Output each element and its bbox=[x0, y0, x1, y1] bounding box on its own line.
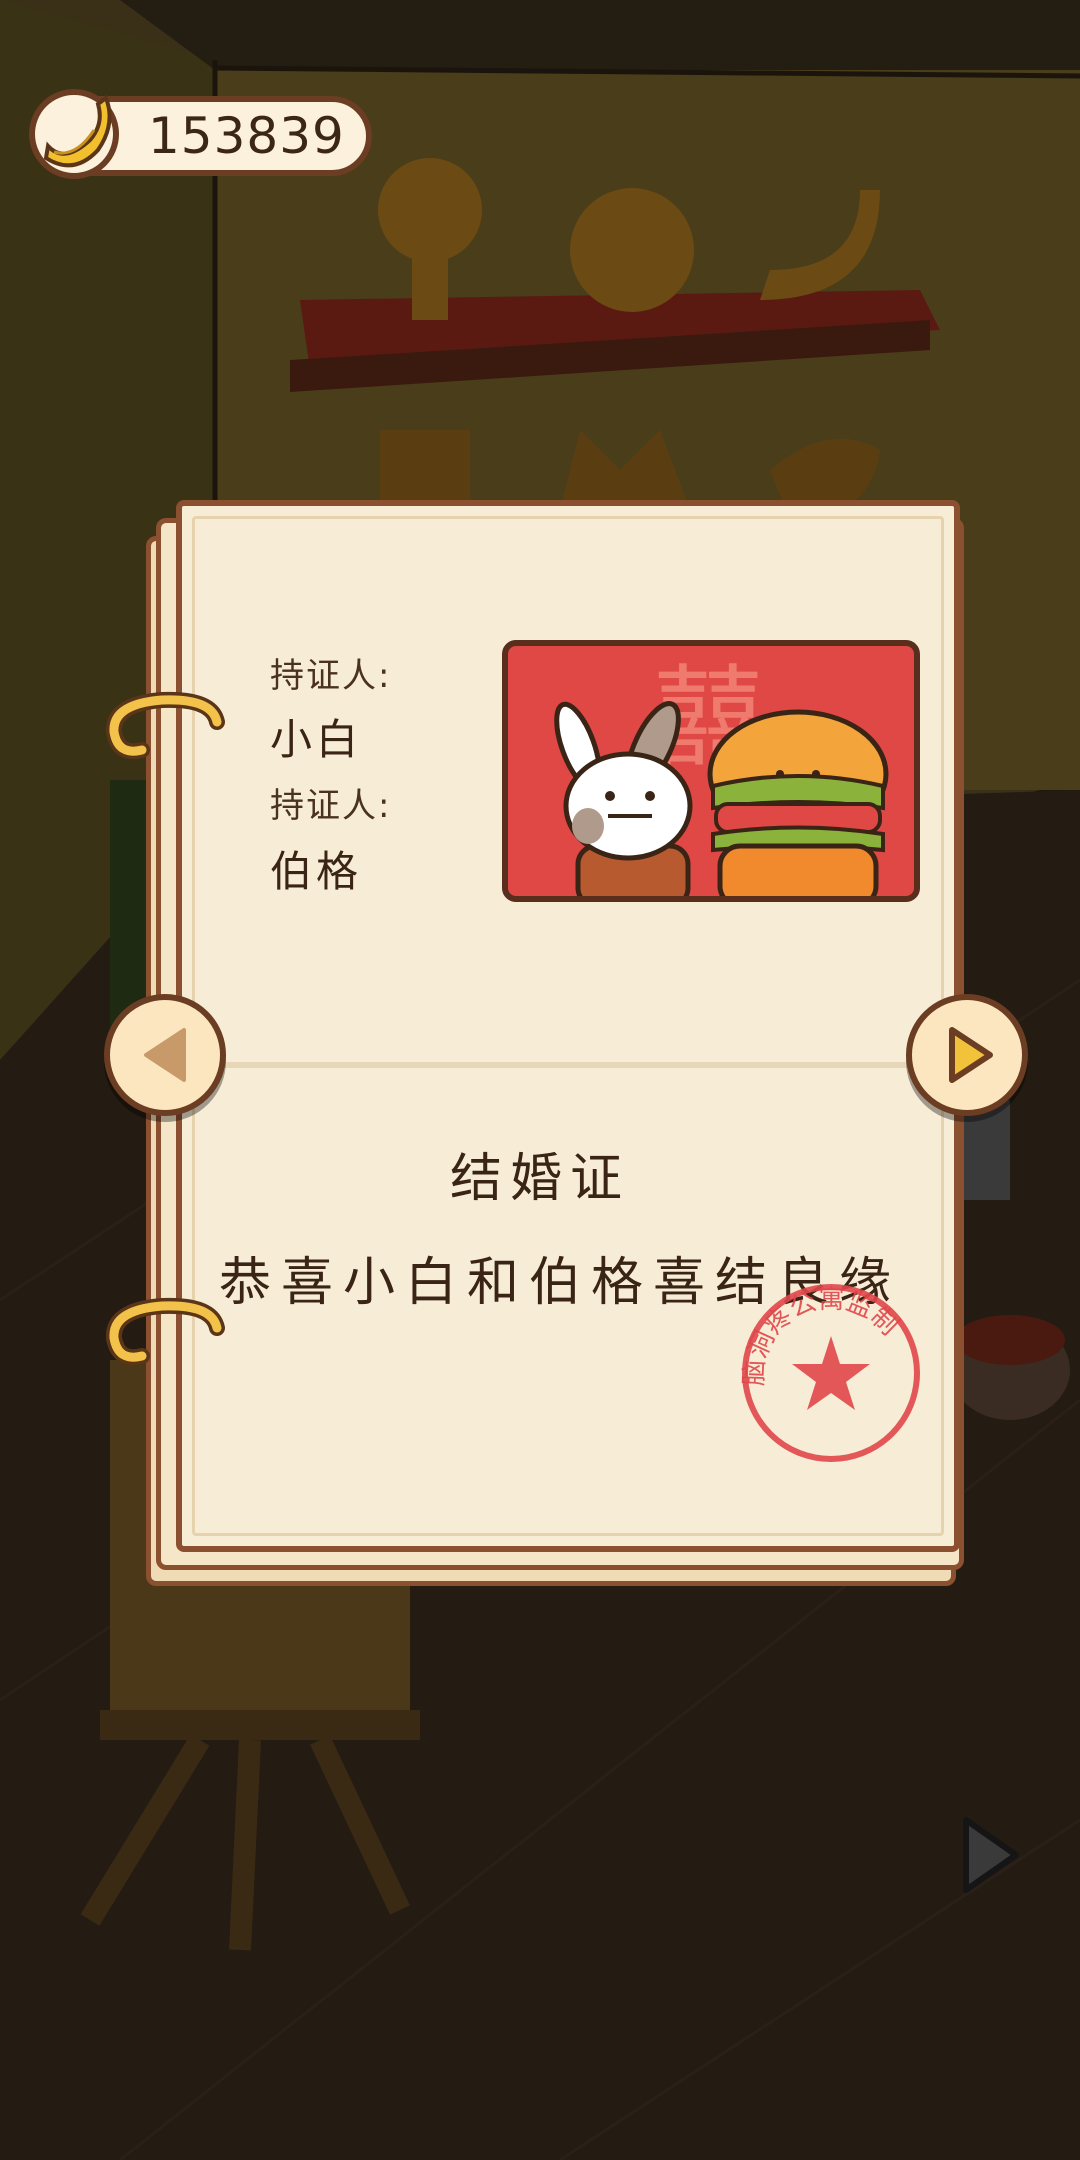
binder-ring-top bbox=[106, 691, 225, 760]
triangle-right-icon bbox=[949, 1027, 993, 1083]
scene-next-arrow[interactable] bbox=[956, 1810, 1026, 1900]
holder-label-1: 持证人: bbox=[270, 656, 392, 696]
next-button[interactable] bbox=[906, 994, 1028, 1116]
seal-stamp: 脑洞疼公寓监制 bbox=[740, 1284, 920, 1462]
banana-count: 153839 bbox=[148, 107, 345, 165]
previous-button[interactable] bbox=[104, 994, 226, 1116]
couple-photo: 囍 bbox=[502, 640, 920, 902]
banana-icon bbox=[29, 89, 119, 179]
couple-illustration: 囍 bbox=[554, 654, 889, 896]
certificate-title: 结婚证 bbox=[449, 1149, 630, 1209]
holder-label-2: 持证人: bbox=[270, 786, 392, 826]
triangle-left-icon bbox=[144, 1028, 186, 1082]
holder-name-1: 小白 bbox=[270, 715, 363, 764]
page-divider bbox=[212, 1062, 924, 1068]
binder-ring-bottom bbox=[106, 1297, 225, 1366]
holder-name-2: 伯格 bbox=[270, 847, 363, 896]
